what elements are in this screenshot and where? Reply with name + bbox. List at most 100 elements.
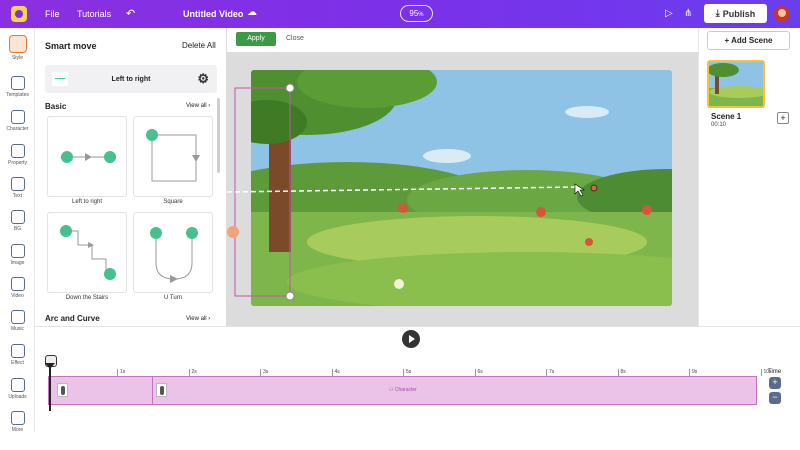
scene-add-button[interactable]: + [777, 112, 789, 124]
scene-duration: 00:10 [711, 122, 727, 128]
download-icon: ⤓ [715, 8, 720, 18]
ruler-tick: 5s [403, 369, 411, 376]
cloud-save-icon: ☁ [247, 7, 257, 18]
character-track[interactable]: ⚇ Character [48, 376, 757, 405]
avatar-icon [8, 35, 27, 53]
view-all-basic[interactable]: View all › [186, 103, 210, 109]
move-card-u-turn[interactable] [133, 212, 213, 293]
move-card-square[interactable] [133, 116, 213, 197]
zoom-value: 95 [409, 9, 419, 18]
play-button[interactable] [402, 330, 420, 348]
rail-item-label: BG [13, 226, 22, 232]
rail-item-bg[interactable]: BG [0, 210, 35, 232]
rail-item-style[interactable]: Style [0, 35, 35, 61]
close-button[interactable]: Close [286, 35, 304, 42]
scenes-panel: + Add Scene Scene 1 00:10 + [698, 28, 800, 326]
track-label: ⚇ Character [389, 387, 417, 393]
project-title[interactable]: Untitled Video [183, 9, 243, 19]
resize-handle[interactable] [285, 291, 295, 301]
rail-item-text[interactable]: Text [0, 177, 35, 199]
rail-item-effect[interactable]: Effect [0, 344, 35, 366]
section-arc-and-curve: Arc and Curve [45, 314, 100, 323]
rail-item-label: Music [10, 326, 25, 332]
square-path-icon [146, 129, 200, 182]
apply-button[interactable]: Apply [236, 32, 276, 46]
rail-item-more[interactable]: More [0, 411, 35, 433]
text-icon [10, 177, 25, 191]
view-all-arc-label: View all [186, 316, 207, 322]
rail-item-templates[interactable]: Templates [0, 76, 35, 98]
ruler-tick: 1s [117, 369, 125, 376]
person-icon: ⚇ [389, 387, 394, 393]
rail-item-label: Image [10, 260, 25, 266]
add-scene-button[interactable]: + Add Scene [707, 31, 790, 50]
publish-label: Publish [722, 8, 756, 19]
character-icon [10, 110, 25, 124]
playhead[interactable] [45, 363, 55, 411]
rail-item-character[interactable]: Character [0, 110, 35, 132]
timeline-ruler[interactable]: 1s 2s 3s 4s 5s 6s 7s 8s 9s 10s [51, 366, 772, 376]
zoom-unit: % [418, 12, 424, 18]
view-all-arc[interactable]: View all › [186, 316, 210, 322]
zoom-in-button[interactable]: + [769, 377, 781, 389]
zoom-level[interactable]: 95% [400, 5, 433, 22]
card-label: Left to right [71, 199, 103, 205]
scene-canvas[interactable] [226, 52, 698, 326]
undo-icon[interactable]: ↶ [126, 7, 135, 20]
rail-item-label: Property [8, 160, 27, 166]
rail-item-label: Effect [11, 360, 24, 366]
card-label: U Turn [163, 295, 182, 301]
editor-toolbar: Apply Close [227, 28, 698, 52]
share-icon[interactable]: ⋔ [684, 8, 692, 19]
canvas-area[interactable] [226, 52, 698, 326]
gear-icon[interactable]: ⚙ [197, 71, 209, 87]
scene-thumbnail[interactable] [707, 60, 765, 108]
more-icon [10, 411, 25, 425]
move-card-left-to-right[interactable] [47, 116, 127, 197]
rail-item-uploads[interactable]: Uploads [0, 378, 35, 400]
zoom-out-button[interactable]: − [769, 392, 781, 404]
track-label-text: Character [394, 387, 417, 393]
publish-button[interactable]: ⤓ Publish [704, 4, 767, 23]
rail-item-video[interactable]: Video [0, 277, 35, 299]
rail-item-label: Video [11, 293, 24, 299]
stairs-path-icon [60, 225, 116, 280]
left-rail: Style Templates Character Property Text BG Ima… [0, 28, 35, 433]
panel-scrollbar[interactable] [217, 98, 220, 173]
user-avatar[interactable] [774, 6, 790, 22]
file-menu[interactable]: File [45, 9, 60, 19]
delete-all-button[interactable]: Delete All [182, 41, 216, 50]
ruler-tick: 3s [260, 369, 268, 376]
uploads-icon [10, 378, 25, 392]
resize-handle[interactable] [285, 83, 295, 93]
image-icon [10, 244, 25, 258]
rail-item-label: Style [11, 55, 24, 61]
ruler-tick: 8s [617, 369, 626, 376]
character-keyframe-icon[interactable] [156, 383, 167, 397]
u-turn-path-icon [150, 227, 198, 283]
app-logo[interactable] [11, 6, 27, 22]
top-bar: File Tutorials ↶ Untitled Video ☁ 95% ▷ … [0, 0, 800, 28]
rail-item-image[interactable]: Image [0, 244, 35, 266]
move-card-down-the-stairs[interactable] [47, 212, 127, 293]
ruler-tick: 4s [331, 369, 340, 376]
rail-item-music[interactable]: Music [0, 310, 35, 332]
scene-name: Scene 1 [711, 112, 742, 121]
character-keyframe-icon[interactable] [57, 383, 68, 397]
timeline: 1s 2s 3s 4s 5s 6s 7s 8s 9s 10s ⚇ Character Time +… [35, 326, 800, 432]
scene-background [251, 70, 672, 306]
selected-move-label: Left to right [111, 75, 151, 83]
selected-move[interactable]: Left to right ⚙ [45, 65, 217, 93]
character-hand[interactable] [227, 226, 239, 238]
rail-item-label: Templates [6, 92, 29, 98]
rail-item-label: Text [12, 193, 23, 199]
motion-path-end-point[interactable] [590, 184, 598, 192]
left-to-right-path-icon [61, 151, 116, 163]
ruler-tick: 2s [188, 369, 197, 376]
video-icon [10, 277, 25, 291]
tutorials-menu[interactable]: Tutorials [77, 9, 111, 19]
rail-item-label: Character [6, 126, 29, 132]
rail-item-property[interactable]: Property [0, 144, 35, 166]
music-icon [10, 310, 25, 324]
preview-play-icon[interactable]: ▷ [665, 8, 673, 19]
